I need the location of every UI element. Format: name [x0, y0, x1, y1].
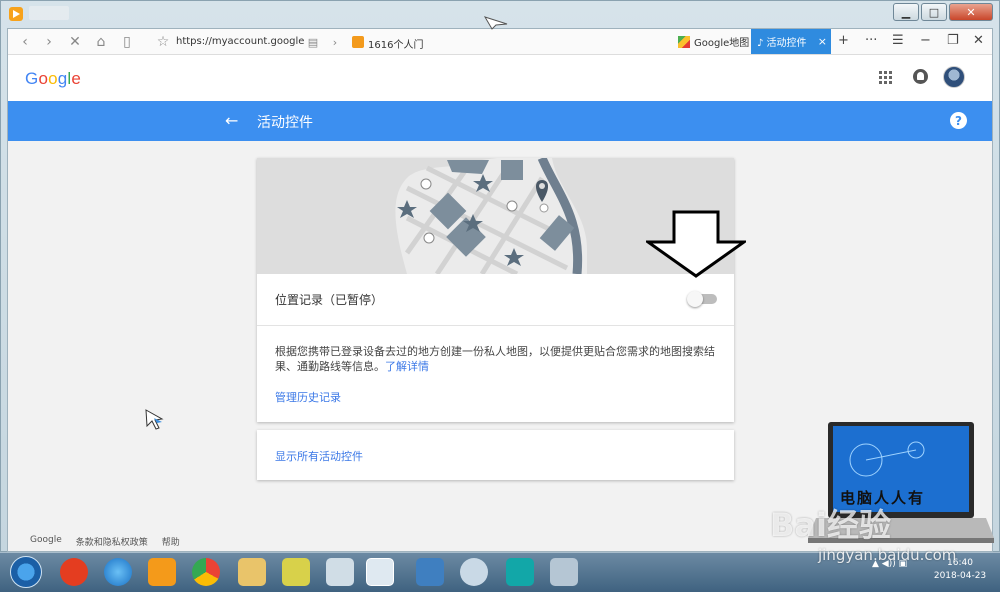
watermark-baidu-logo: Bai经验	[770, 506, 891, 544]
footer-help-link[interactable]: 帮助	[162, 535, 180, 548]
tab-1616[interactable]: 1616个人门	[368, 36, 423, 51]
pinwheel-icon[interactable]	[460, 558, 488, 586]
chess-app-icon[interactable]	[60, 558, 88, 586]
annotation-down-arrow	[646, 210, 746, 278]
google-logo[interactable]: Google	[25, 69, 81, 89]
window-minimize-button[interactable]: ▁	[893, 3, 919, 21]
chrome-icon[interactable]	[192, 558, 220, 586]
back-icon[interactable]: ‹	[16, 33, 34, 51]
footer-terms-link[interactable]: 条款和隐私权政策	[76, 535, 148, 548]
location-history-card: 位置记录（已暂停） 根据您携带已登录设备去过的地方创建一份私人地图，以便提供更贴…	[257, 158, 734, 422]
page-header-bar: ← 活动控件 ?	[8, 101, 992, 141]
help-icon[interactable]: ?	[950, 112, 967, 129]
more-icon[interactable]: ···	[865, 33, 877, 48]
maps-favicon-icon	[678, 35, 690, 48]
tab-activity-controls[interactable]: ♪ 活动控件 ×	[751, 29, 831, 54]
manage-history-link[interactable]: 管理历史记录	[275, 389, 341, 405]
location-history-toggle[interactable]	[687, 291, 717, 307]
top-cursor-icon	[484, 16, 508, 30]
menu-icon[interactable]: ☰	[892, 33, 904, 48]
mouse-cursor-icon	[145, 409, 164, 430]
browser-minimize-button[interactable]: −	[920, 33, 931, 48]
clock-date: 2018-04-23	[933, 571, 987, 581]
location-history-description: 根据您携带已登录设备去过的地方创建一份私人地图，以便提供更贴合您需求的地图搜索结…	[275, 345, 715, 373]
footer: Google 条款和隐私权政策 帮助	[30, 535, 180, 548]
address-bar[interactable]: https://myaccount.google	[176, 36, 304, 47]
browser-taskbar-icon[interactable]	[366, 558, 394, 586]
ie-icon[interactable]	[104, 558, 132, 586]
headset-app-icon[interactable]	[506, 558, 534, 586]
app-logo-icon	[9, 7, 23, 21]
start-button[interactable]	[10, 556, 42, 588]
notifications-icon[interactable]	[913, 69, 928, 84]
browser-toolbar: ‹ › ✕ ⌂ ▯ ☆ https://myaccount.google ▤ ›…	[8, 29, 992, 55]
window-maximize-button[interactable]: □	[921, 3, 947, 21]
apps-grid-icon[interactable]	[879, 71, 892, 84]
new-tab-button[interactable]: +	[838, 33, 849, 48]
avatar[interactable]	[943, 66, 965, 88]
stop-loading-icon[interactable]: ✕	[66, 33, 84, 51]
back-arrow-icon[interactable]: ←	[225, 111, 238, 130]
learn-more-link[interactable]: 了解详情	[385, 360, 429, 373]
google-header: Google	[8, 55, 992, 101]
window-title	[29, 6, 69, 20]
page-menu-icon[interactable]: ▤	[304, 33, 322, 51]
media-player-icon[interactable]	[148, 558, 176, 586]
site-favicon-icon	[352, 36, 364, 48]
tab-google-maps[interactable]: Google地图	[672, 29, 754, 54]
reading-view-icon[interactable]: ▯	[118, 33, 136, 51]
sticky-notes-icon[interactable]	[282, 558, 310, 586]
location-history-setting: 位置记录（已暂停）	[257, 274, 734, 326]
window-controls: ▁ □ ✕	[893, 3, 993, 21]
show-all-card: 显示所有活动控件	[257, 430, 734, 480]
monitor-app-icon[interactable]	[416, 558, 444, 586]
forward-icon[interactable]: ›	[40, 33, 58, 51]
close-tab-icon[interactable]: ×	[818, 35, 827, 48]
browser-close-button[interactable]: ✕	[973, 33, 984, 48]
page-title: 活动控件	[257, 115, 313, 131]
watermark-url: jingyan.baidu.com	[818, 546, 957, 564]
location-history-label: 位置记录（已暂停）	[275, 293, 384, 307]
chevron-right-icon[interactable]: ›	[326, 33, 344, 51]
folder-icon[interactable]	[238, 558, 266, 586]
browser-restore-button[interactable]: ❐	[947, 33, 959, 48]
window-close-button[interactable]: ✕	[949, 3, 993, 21]
tab-label: Google地图	[694, 38, 750, 49]
document-icon[interactable]	[326, 558, 354, 586]
tab-label: ♪ 活动控件	[757, 38, 807, 49]
home-icon[interactable]: ⌂	[92, 33, 110, 51]
bookmark-star-icon[interactable]: ☆	[154, 33, 172, 51]
footer-google-link[interactable]: Google	[30, 535, 62, 548]
paint-icon[interactable]	[550, 558, 578, 586]
show-all-controls-link[interactable]: 显示所有活动控件	[275, 448, 363, 464]
